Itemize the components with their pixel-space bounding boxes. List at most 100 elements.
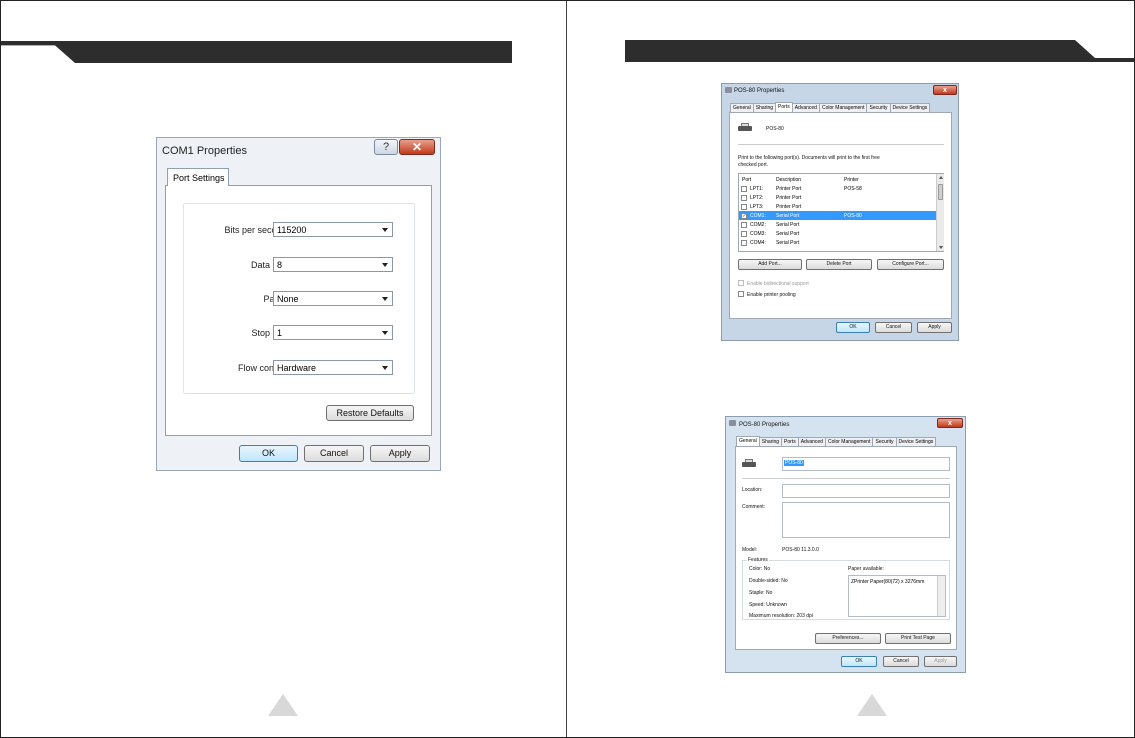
tab-advanced[interactable]: Advanced — [797, 437, 826, 446]
print-test-page-button[interactable]: Print Test Page — [885, 633, 951, 644]
paper-list-scrollbar[interactable] — [937, 576, 945, 616]
port-checkbox-checked[interactable]: ✓ — [741, 213, 747, 219]
chevron-down-icon — [382, 297, 388, 301]
port-checkbox[interactable] — [741, 204, 747, 210]
dialog-title: COM1 Properties — [162, 145, 247, 157]
port-description: Printer Port — [776, 195, 802, 201]
tab-security[interactable]: Security — [872, 437, 897, 446]
close-button[interactable]: x — [937, 418, 963, 428]
printer-icon — [729, 420, 736, 426]
features-label: Features — [747, 557, 769, 563]
paper-item[interactable]: ZPrinter Paper(80(72) x 3276mm — [851, 579, 937, 585]
port-name: COM3: — [750, 231, 766, 237]
restore-defaults-button[interactable]: Restore Defaults — [326, 405, 414, 421]
tab-ports[interactable]: Ports — [775, 102, 793, 112]
port-checkbox[interactable] — [741, 240, 747, 246]
dialog-title: POS-80 Properties — [734, 88, 785, 94]
tab-sharing[interactable]: Sharing — [752, 103, 777, 112]
list-item[interactable]: COM3: Serial Port — [739, 229, 936, 238]
column-description[interactable]: Description — [776, 177, 801, 183]
ok-button[interactable]: OK — [836, 322, 870, 333]
scroll-up-icon[interactable] — [939, 176, 943, 179]
configure-port-button[interactable]: Configure Port... — [877, 259, 944, 270]
left-page-triangle-marker — [268, 694, 298, 716]
paper-available-label: Paper available: — [848, 566, 884, 572]
scroll-thumb[interactable] — [938, 184, 943, 200]
column-printer[interactable]: Printer — [844, 177, 859, 183]
cancel-button[interactable]: Cancel — [883, 656, 919, 667]
tab-color-management[interactable]: Color Management — [824, 437, 874, 446]
close-button[interactable]: x — [933, 85, 957, 95]
delete-port-button[interactable]: Delete Port — [806, 259, 872, 270]
tab-port-settings[interactable]: Port Settings — [167, 168, 229, 186]
printer-pooling-checkbox[interactable] — [738, 291, 744, 297]
tab-device-settings[interactable]: Device Settings — [895, 437, 937, 446]
list-item[interactable]: COM2: Serial Port — [739, 220, 936, 229]
tab-ports[interactable]: Ports — [781, 437, 799, 446]
printer-name-field[interactable]: POS-80 — [782, 457, 950, 471]
location-field[interactable] — [782, 484, 950, 498]
data-bits-value: 8 — [277, 260, 283, 270]
cancel-button[interactable]: Cancel — [304, 445, 364, 462]
list-item[interactable]: COM4: Serial Port — [739, 238, 936, 247]
port-name: COM1: — [750, 213, 766, 219]
parity-select[interactable]: None — [273, 291, 393, 306]
bits-per-second-row: Bits per second: 115200 — [184, 222, 416, 238]
tab-security[interactable]: Security — [866, 103, 891, 112]
port-description: Printer Port — [776, 204, 802, 210]
printer-name: POS-80 — [766, 126, 784, 132]
preferences-button[interactable]: Preferences... — [815, 633, 881, 644]
port-description: Printer Port — [776, 186, 802, 192]
tab-strip: General Sharing Ports Advanced Color Man… — [730, 102, 931, 112]
apply-button[interactable]: Apply — [924, 656, 957, 667]
port-checkbox[interactable] — [741, 195, 747, 201]
close-button[interactable]: ✕ — [399, 139, 435, 155]
port-name: COM4: — [750, 240, 766, 246]
general-panel: POS-80 Location: Comment: Model: POS-80 … — [735, 446, 957, 650]
port-description: Serial Port — [776, 213, 800, 219]
help-button[interactable]: ? — [374, 139, 398, 155]
apply-button[interactable]: Apply — [917, 322, 952, 333]
chevron-down-icon — [382, 366, 388, 370]
pos80-general-dialog: POS-80 Properties x General Sharing Port… — [725, 416, 966, 673]
port-name: LPT2: — [750, 195, 764, 201]
tab-general[interactable]: General — [730, 103, 754, 112]
stop-bits-select[interactable]: 1 — [273, 325, 393, 340]
tab-strip: General Sharing Ports Advanced Color Man… — [736, 436, 937, 446]
comment-label: Comment: — [742, 504, 766, 510]
ok-button[interactable]: OK — [239, 445, 298, 462]
comment-field[interactable] — [782, 502, 950, 538]
port-checkbox[interactable] — [741, 186, 747, 192]
list-item[interactable]: LPT3: Printer Port — [739, 202, 936, 211]
flow-control-select[interactable]: Hardware — [273, 360, 393, 375]
ports-list-scrollbar[interactable] — [936, 174, 944, 251]
scroll-down-icon[interactable] — [939, 246, 943, 249]
column-port[interactable]: Port — [742, 177, 751, 183]
list-item[interactable]: LPT1: Printer Port POS-58 — [739, 184, 936, 193]
tab-sharing[interactable]: Sharing — [758, 437, 783, 446]
bidirectional-checkbox[interactable] — [738, 280, 744, 286]
bits-per-second-select[interactable]: 115200 — [273, 222, 393, 237]
port-name: LPT1: — [750, 186, 764, 192]
bidirectional-label: Enable bidirectional support — [747, 281, 809, 287]
feature-resolution: Maximum resolution: 203 dpi — [749, 613, 813, 619]
tab-advanced[interactable]: Advanced — [791, 103, 820, 112]
ports-list-header: Port Description Printer — [739, 175, 936, 184]
printer-icon — [738, 123, 752, 131]
paper-available-list[interactable]: ZPrinter Paper(80(72) x 3276mm — [848, 575, 946, 617]
list-item-selected[interactable]: ✓ COM1: Serial Port POS-80 — [739, 211, 936, 220]
ok-button[interactable]: OK — [841, 656, 877, 667]
list-item[interactable]: LPT2: Printer Port — [739, 193, 936, 202]
port-checkbox[interactable] — [741, 231, 747, 237]
right-page-triangle-marker — [857, 694, 887, 716]
tab-color-management[interactable]: Color Management — [818, 103, 868, 112]
divider — [738, 144, 944, 145]
tab-device-settings[interactable]: Device Settings — [889, 103, 931, 112]
data-bits-select[interactable]: 8 — [273, 257, 393, 272]
apply-button[interactable]: Apply — [370, 445, 430, 462]
cancel-button[interactable]: Cancel — [875, 322, 912, 333]
port-checkbox[interactable] — [741, 222, 747, 228]
tab-general[interactable]: General — [736, 436, 760, 446]
location-label: Location: — [742, 487, 763, 493]
add-port-button[interactable]: Add Port... — [738, 259, 802, 270]
